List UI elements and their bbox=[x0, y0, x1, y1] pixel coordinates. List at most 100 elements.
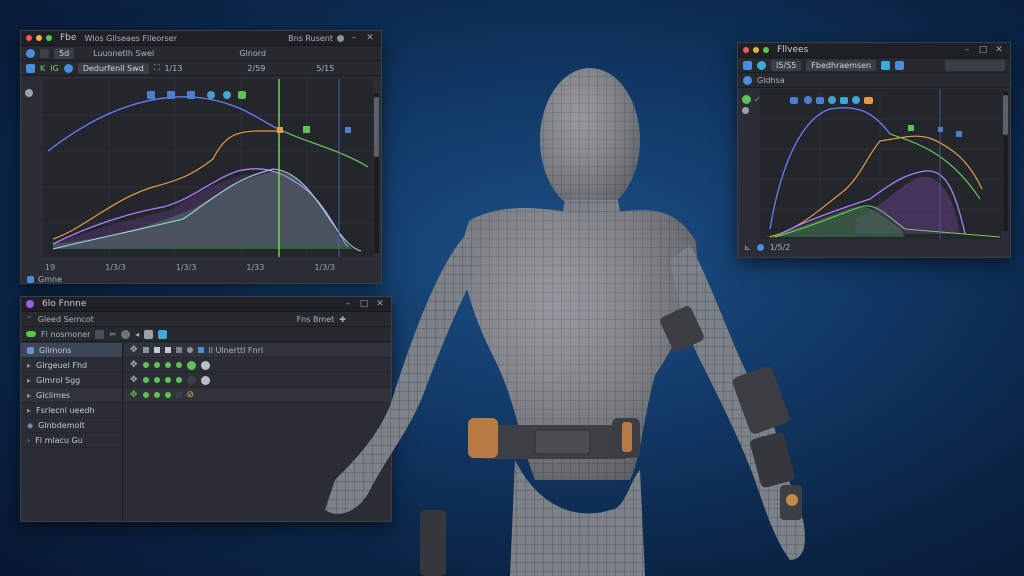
key-dot[interactable] bbox=[186, 360, 196, 370]
key-marker-6 bbox=[852, 96, 860, 104]
track-header: ll Ulnerttl Fnrl bbox=[208, 345, 264, 355]
inner-label: Luuonetlh Swel bbox=[93, 48, 155, 58]
filter-icon[interactable] bbox=[40, 48, 49, 58]
key-square[interactable] bbox=[175, 347, 182, 353]
outliner-subtitle: Gleed Semcot bbox=[37, 314, 94, 324]
key-dot[interactable] bbox=[164, 377, 171, 383]
frame-current: 2/59 bbox=[247, 63, 266, 73]
key-dot[interactable] bbox=[175, 377, 182, 383]
key-dot[interactable] bbox=[142, 392, 149, 398]
key-dot[interactable] bbox=[153, 362, 160, 368]
cursor-icon[interactable] bbox=[25, 89, 33, 97]
key-dot[interactable] bbox=[153, 392, 160, 398]
outliner-item[interactable]: › Fl mlacu Gu bbox=[21, 433, 122, 448]
key-dot[interactable] bbox=[164, 362, 171, 368]
keyframe-icon[interactable]: K bbox=[40, 64, 45, 73]
key-square[interactable] bbox=[175, 392, 182, 398]
sphere-icon[interactable] bbox=[121, 329, 131, 339]
tick-3: 1/3/3 bbox=[175, 263, 197, 272]
item-label: Glnbdemolt bbox=[38, 420, 85, 430]
blue-curve bbox=[47, 96, 284, 152]
key-square[interactable] bbox=[142, 347, 149, 353]
tick-1: 19 bbox=[45, 263, 56, 272]
key-dot[interactable] bbox=[200, 375, 210, 385]
outliner-item[interactable]: Glimons bbox=[21, 343, 122, 358]
frame-icon[interactable]: ⛶ bbox=[154, 63, 160, 73]
key-dot[interactable] bbox=[186, 375, 196, 385]
key-marker-2 bbox=[167, 91, 175, 99]
panel-icon[interactable] bbox=[26, 300, 34, 308]
blue-key bbox=[938, 127, 943, 132]
key-dot[interactable] bbox=[142, 377, 149, 383]
move-icon[interactable]: ✥ bbox=[130, 390, 138, 400]
triangle-right-icon: ▸ bbox=[27, 360, 32, 370]
record-icon[interactable] bbox=[63, 63, 73, 73]
key-dot[interactable] bbox=[164, 392, 171, 398]
maximize-dot[interactable] bbox=[46, 35, 52, 41]
timeline-ticks: 19 1/3/3 1/3/3 1/33 1/3/3 bbox=[45, 263, 335, 272]
box-icon[interactable] bbox=[95, 329, 105, 339]
blank-field[interactable] bbox=[945, 59, 1005, 71]
outliner-list: Glimons ▸ Glrgeuel Fhd ▸ Glmrol Sgg ▸ Gl… bbox=[21, 343, 123, 521]
chevron-right-icon: › bbox=[27, 435, 31, 445]
footer-icon[interactable] bbox=[27, 276, 34, 283]
chevron-icon[interactable]: ⌃ bbox=[26, 315, 33, 324]
triangle-right-icon: ▸ bbox=[27, 375, 32, 385]
triangle-right-icon: ▸ bbox=[27, 405, 32, 415]
audio-icon[interactable]: ◂ bbox=[135, 330, 139, 339]
minimize-icon[interactable]: – bbox=[961, 45, 973, 55]
key-dot[interactable] bbox=[186, 347, 193, 353]
key-dot[interactable] bbox=[175, 362, 182, 368]
close-icon[interactable]: ✕ bbox=[993, 45, 1005, 55]
item-label: Fl mlacu Gu bbox=[35, 435, 83, 445]
tick-4: 1/33 bbox=[246, 263, 265, 272]
move-icon[interactable]: ✥ bbox=[130, 345, 138, 355]
outliner-item[interactable]: ◆ Glnbdemolt bbox=[21, 418, 122, 433]
outliner-toolbar-label: Fl nosmoner bbox=[41, 329, 91, 339]
footer-label: Gmne bbox=[38, 275, 62, 284]
outliner-item[interactable]: ▸ Fsrlecnl ueedh bbox=[21, 403, 122, 418]
outliner-title: 6lo Fnnne bbox=[42, 299, 87, 309]
key-dot[interactable] bbox=[200, 360, 210, 370]
value-field[interactable]: 5d bbox=[54, 47, 75, 59]
character-model-viewport[interactable] bbox=[300, 40, 830, 576]
key-dot[interactable] bbox=[153, 377, 160, 383]
outliner-item[interactable]: ▸ Glrgeuel Fhd bbox=[21, 358, 122, 373]
curve-icon[interactable]: IG bbox=[50, 64, 59, 73]
key-square[interactable] bbox=[164, 347, 171, 353]
graph-right-scrollbar[interactable] bbox=[1003, 91, 1008, 231]
frame-icon[interactable] bbox=[881, 60, 891, 70]
select-tool-icon[interactable] bbox=[26, 63, 35, 73]
link-icon[interactable] bbox=[895, 60, 905, 70]
move-icon[interactable]: ✥ bbox=[130, 360, 138, 370]
link-icon[interactable]: ⊘ bbox=[187, 390, 195, 400]
graph-right-scrollbar-thumb[interactable] bbox=[1003, 95, 1008, 135]
key-marker-1 bbox=[147, 91, 155, 99]
key-marker-6 bbox=[238, 91, 246, 99]
key-square[interactable] bbox=[153, 347, 160, 353]
channel-label: Glnord bbox=[239, 48, 266, 58]
view-icon[interactable] bbox=[26, 48, 35, 58]
menu-bar[interactable]: Wlos Gllseaes Flleorser bbox=[84, 34, 177, 43]
minimize-dot[interactable] bbox=[36, 35, 42, 41]
close-dot[interactable] bbox=[26, 35, 32, 41]
scissors-icon[interactable]: ✂ bbox=[109, 330, 116, 339]
green-key bbox=[908, 125, 914, 131]
frame-start: 1/13 bbox=[164, 63, 183, 73]
triangle-right-icon: ▸ bbox=[27, 390, 32, 400]
key-marker-3 bbox=[187, 91, 195, 99]
outliner-item[interactable]: ▸ Glclimes bbox=[21, 388, 122, 403]
key-marker-5 bbox=[223, 91, 231, 99]
maximize-icon[interactable]: □ bbox=[977, 45, 989, 55]
outliner-item[interactable]: ▸ Glmrol Sgg bbox=[21, 373, 122, 388]
link-icon[interactable] bbox=[158, 329, 168, 339]
tick-2: 1/3/3 bbox=[105, 263, 126, 272]
grid-icon[interactable] bbox=[144, 329, 154, 339]
cloud-icon[interactable] bbox=[26, 331, 36, 337]
item-label: Glmrol Sgg bbox=[36, 375, 81, 385]
search-field[interactable]: Dedurfenil Swd bbox=[77, 62, 149, 74]
key-marker-4 bbox=[207, 91, 215, 99]
key-dot[interactable] bbox=[142, 362, 149, 368]
key-square[interactable] bbox=[197, 347, 204, 353]
move-icon[interactable]: ✥ bbox=[130, 375, 138, 385]
